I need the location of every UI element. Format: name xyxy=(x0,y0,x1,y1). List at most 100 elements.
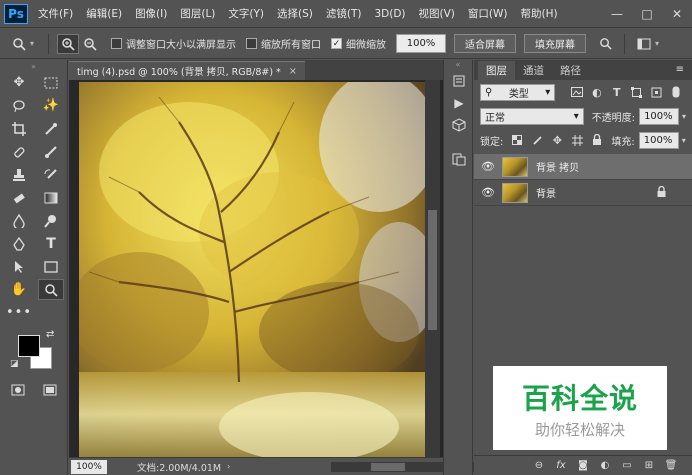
workspace-icon[interactable] xyxy=(633,34,655,54)
path-selection-tool-icon[interactable] xyxy=(6,256,32,277)
lock-transparent-icon[interactable] xyxy=(507,132,527,149)
document-tab[interactable]: timg (4).psd @ 100% (背景 拷贝, RGB/8#) * × xyxy=(69,61,305,80)
zoom-tool-preset-icon[interactable] xyxy=(8,34,30,54)
visibility-eye-icon[interactable]: 👁 xyxy=(474,160,502,173)
layer-filter-dropdown[interactable]: ⚲ 类型 ▾ xyxy=(480,83,556,101)
vertical-scroll-thumb[interactable] xyxy=(428,210,437,330)
crop-tool-icon[interactable] xyxy=(6,118,32,139)
actions-play-icon[interactable]: ▶ xyxy=(444,92,474,114)
dodge-tool-icon[interactable] xyxy=(38,210,64,231)
menu-type[interactable]: 文字(Y) xyxy=(228,6,264,21)
menu-layer[interactable]: 图层(L) xyxy=(180,6,215,21)
panel-collapse-icon[interactable]: » xyxy=(0,60,67,72)
zoom-all-windows-checkbox[interactable]: 缩放所有窗口 xyxy=(246,36,321,51)
menu-help[interactable]: 帮助(H) xyxy=(521,6,558,21)
add-mask-icon[interactable]: ◙ xyxy=(572,460,594,471)
fill-field[interactable]: 100% xyxy=(638,131,679,149)
default-colors-icon[interactable]: ◪ xyxy=(10,359,19,369)
menu-file[interactable]: 文件(F) xyxy=(38,6,73,21)
history-brush-tool-icon[interactable] xyxy=(38,164,64,185)
lock-all-icon[interactable] xyxy=(587,132,607,149)
lock-artboard-icon[interactable] xyxy=(567,132,587,149)
minimize-button[interactable]: — xyxy=(602,0,632,28)
quick-mask-icon[interactable] xyxy=(10,379,26,400)
pen-tool-icon[interactable] xyxy=(6,233,32,254)
maximize-button[interactable]: □ xyxy=(632,0,662,28)
menu-filter[interactable]: 滤镜(T) xyxy=(326,6,362,21)
properties-panel-icon[interactable] xyxy=(444,148,474,170)
chevron-down-icon[interactable]: ▾ xyxy=(682,112,686,121)
lock-image-pixels-icon[interactable] xyxy=(527,132,547,149)
menu-image[interactable]: 图像(I) xyxy=(135,6,167,21)
lock-position-icon[interactable]: ✥ xyxy=(547,132,567,149)
chevron-right-icon[interactable]: › xyxy=(227,462,230,471)
magic-wand-tool-icon[interactable]: ✨ xyxy=(38,95,64,116)
layer-row[interactable]: 👁 背景 拷贝 xyxy=(474,154,692,180)
new-layer-icon[interactable]: ⊞ xyxy=(638,460,660,471)
chevron-down-icon[interactable]: ▾ xyxy=(30,39,34,48)
zoom-in-icon[interactable] xyxy=(57,33,80,54)
vertical-scrollbar[interactable] xyxy=(425,80,440,457)
screen-mode-icon[interactable] xyxy=(42,379,58,400)
marquee-tool-icon[interactable] xyxy=(38,72,64,93)
rectangle-tool-icon[interactable] xyxy=(38,256,64,277)
dock-collapse-icon[interactable]: « xyxy=(444,60,472,70)
chevron-down-icon[interactable]: ▾ xyxy=(682,136,686,145)
fill-screen-button[interactable]: 填充屏幕 xyxy=(524,34,587,53)
document-size-info[interactable]: 文档:2.00M/4.01M xyxy=(137,460,221,474)
more-tools-icon[interactable]: ••• xyxy=(6,302,32,323)
menu-view[interactable]: 视图(V) xyxy=(419,6,455,21)
link-layers-icon[interactable]: ⊖ xyxy=(528,460,550,471)
filter-adjustment-icon[interactable]: ◐ xyxy=(587,84,607,101)
zoom-out-icon[interactable] xyxy=(79,34,101,54)
menu-window[interactable]: 窗口(W) xyxy=(468,6,508,21)
layer-row[interactable]: 👁 背景 xyxy=(474,180,692,206)
layer-style-icon[interactable]: fx xyxy=(550,460,572,471)
filter-type-icon[interactable]: T xyxy=(607,84,627,101)
history-panel-icon[interactable] xyxy=(444,70,474,92)
zoom-tool-icon[interactable] xyxy=(38,279,64,300)
blur-tool-icon[interactable] xyxy=(6,210,32,231)
adjustment-layer-icon[interactable]: ◐ xyxy=(594,460,616,471)
blend-mode-dropdown[interactable]: 正常 ▾ xyxy=(480,107,584,125)
scrubby-zoom-checkbox[interactable]: ✓ 细微缩放 xyxy=(331,36,386,51)
menu-edit[interactable]: 编辑(E) xyxy=(86,6,122,21)
lasso-tool-icon[interactable] xyxy=(6,95,32,116)
horizontal-scroll-thumb[interactable] xyxy=(371,463,405,471)
filter-toggle-icon[interactable] xyxy=(666,84,686,101)
eraser-tool-icon[interactable] xyxy=(6,187,32,208)
tab-layers[interactable]: 图层 xyxy=(478,61,515,80)
filter-shape-icon[interactable] xyxy=(627,84,647,101)
3d-panel-icon[interactable] xyxy=(444,114,474,136)
filter-smart-object-icon[interactable] xyxy=(646,84,666,101)
gradient-tool-icon[interactable] xyxy=(38,187,64,208)
opacity-field[interactable]: 100% xyxy=(639,107,679,125)
status-zoom-field[interactable]: 100% xyxy=(71,459,107,474)
filter-pixel-icon[interactable] xyxy=(567,84,587,101)
brush-tool-icon[interactable] xyxy=(38,141,64,162)
close-button[interactable]: ✕ xyxy=(662,0,692,28)
close-tab-icon[interactable]: × xyxy=(289,66,297,77)
chevron-down-icon[interactable]: ▾ xyxy=(655,39,659,48)
resize-windows-checkbox[interactable]: 调整窗口大小以满屏显示 xyxy=(111,36,236,51)
menu-select[interactable]: 选择(S) xyxy=(277,6,313,21)
delete-layer-icon[interactable]: 🗑 xyxy=(660,460,682,471)
zoom-value-field[interactable]: 100% xyxy=(396,34,447,53)
tab-paths[interactable]: 路径 xyxy=(552,61,589,80)
foreground-color-swatch[interactable] xyxy=(18,335,40,357)
panel-menu-icon[interactable]: ≡ xyxy=(676,64,684,75)
search-icon[interactable] xyxy=(594,34,616,54)
hand-tool-icon[interactable]: ✋ xyxy=(6,279,32,300)
fit-screen-button[interactable]: 适合屏幕 xyxy=(454,34,517,53)
canvas-area[interactable] xyxy=(69,80,443,457)
healing-brush-tool-icon[interactable] xyxy=(6,141,32,162)
tab-channels[interactable]: 通道 xyxy=(515,61,552,80)
swap-colors-icon[interactable]: ⇄ xyxy=(46,329,54,340)
new-group-icon[interactable]: ▭ xyxy=(616,460,638,471)
clone-stamp-tool-icon[interactable] xyxy=(6,164,32,185)
visibility-eye-icon[interactable]: 👁 xyxy=(474,186,502,199)
type-tool-icon[interactable]: T xyxy=(38,233,64,254)
eyedropper-tool-icon[interactable] xyxy=(38,118,64,139)
move-tool-icon[interactable]: ✥ xyxy=(6,72,32,93)
menu-3d[interactable]: 3D(D) xyxy=(374,8,405,20)
